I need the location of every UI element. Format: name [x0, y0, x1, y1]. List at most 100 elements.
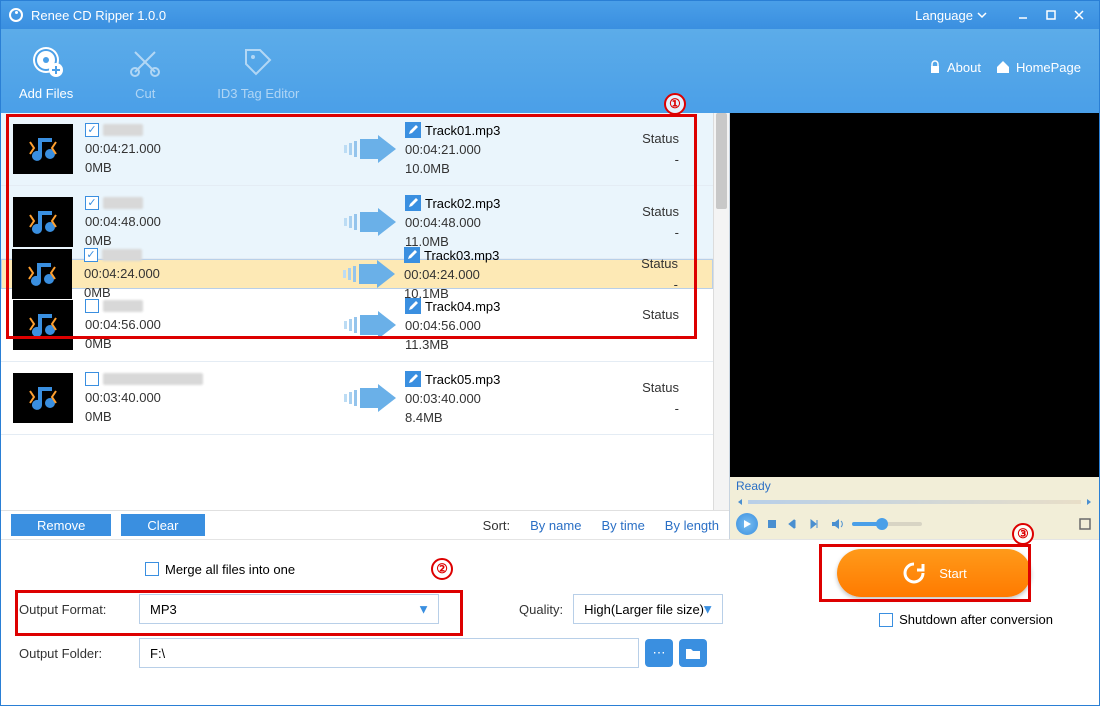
status-label: Status	[595, 204, 679, 219]
track-row[interactable]: 00:04:21.0000MBTrack01.mp300:04:21.00010…	[1, 113, 713, 186]
dst-duration: 00:03:40.000	[405, 391, 595, 406]
status-value: -	[595, 225, 679, 240]
track-thumbnail	[13, 197, 73, 247]
dst-name: Track01.mp3	[425, 123, 500, 138]
status-label: Status	[594, 256, 678, 271]
sort-by-length[interactable]: By length	[665, 518, 719, 533]
scrollbar-thumb[interactable]	[716, 113, 727, 209]
sort-by-name[interactable]: By name	[530, 518, 581, 533]
prev-track-button[interactable]	[786, 516, 802, 532]
chevron-down-icon: ▼	[417, 602, 430, 617]
dst-duration: 00:04:56.000	[405, 318, 595, 333]
edit-name-button[interactable]	[405, 195, 421, 211]
minimize-button[interactable]	[1011, 5, 1035, 25]
merge-checkbox[interactable]	[145, 562, 159, 576]
dst-name: Track03.mp3	[424, 248, 499, 263]
arrow-icon	[335, 384, 405, 412]
id3-editor-button[interactable]: ID3 Tag Editor	[217, 42, 299, 101]
about-label: About	[947, 60, 981, 75]
close-button[interactable]	[1067, 5, 1091, 25]
track-row[interactable]: 00:03:40.0000MBTrack05.mp300:03:40.0008.…	[1, 362, 713, 435]
dst-name: Track02.mp3	[425, 196, 500, 211]
dst-duration: 00:04:21.000	[405, 142, 595, 157]
shutdown-label: Shutdown after conversion	[899, 612, 1053, 627]
play-button[interactable]	[736, 513, 758, 535]
quality-select[interactable]: High(Larger file size) ▼	[573, 594, 723, 624]
next-track-button[interactable]	[808, 516, 824, 532]
homepage-link[interactable]: HomePage	[995, 59, 1081, 75]
status-label: Status	[595, 131, 679, 146]
volume-icon[interactable]	[830, 516, 846, 532]
cut-button[interactable]: Cut	[127, 42, 163, 101]
shutdown-checkbox[interactable]	[879, 613, 893, 627]
quality-value: High(Larger file size)	[584, 602, 704, 617]
seek-slider[interactable]	[748, 500, 1081, 504]
chevron-down-icon: ▼	[701, 602, 714, 617]
track-checkbox[interactable]	[85, 299, 99, 313]
edit-name-button[interactable]	[404, 247, 420, 263]
fullscreen-button[interactable]	[1077, 516, 1093, 532]
volume-slider[interactable]	[852, 522, 922, 526]
track-row[interactable]: 00:04:56.0000MBTrack04.mp300:04:56.00011…	[1, 289, 713, 362]
dst-duration: 00:04:24.000	[404, 267, 594, 282]
tag-icon	[240, 42, 276, 82]
annotation-badge-2: ②	[431, 558, 453, 580]
sort-by-time[interactable]: By time	[601, 518, 644, 533]
arrow-icon	[335, 135, 405, 163]
dst-size: 10.0MB	[405, 161, 595, 176]
output-format-label: Output Format:	[19, 602, 139, 617]
track-checkbox[interactable]	[84, 248, 98, 262]
output-folder-input[interactable]	[139, 638, 639, 668]
id3-label: ID3 Tag Editor	[217, 86, 299, 101]
track-checkbox[interactable]	[85, 196, 99, 210]
src-size: 0MB	[85, 233, 335, 248]
track-row[interactable]: 00:04:24.0000MBTrack03.mp300:04:24.00010…	[1, 259, 713, 289]
output-format-select[interactable]: MP3 ▼	[139, 594, 439, 624]
seek-prev-icon[interactable]	[736, 498, 744, 506]
seek-next-icon[interactable]	[1085, 498, 1093, 506]
list-scrollbar[interactable]	[713, 113, 729, 510]
status-value: -	[595, 328, 679, 343]
track-thumbnail	[13, 124, 73, 174]
track-name-blurred	[103, 300, 143, 312]
track-name-blurred	[102, 249, 142, 261]
more-folder-button[interactable]: ⋯	[645, 639, 673, 667]
preview-screen	[730, 113, 1099, 477]
homepage-label: HomePage	[1016, 60, 1081, 75]
track-checkbox[interactable]	[85, 372, 99, 386]
language-label: Language	[915, 8, 973, 23]
language-dropdown[interactable]: Language	[915, 8, 987, 23]
remove-button[interactable]: Remove	[11, 514, 111, 536]
src-size: 0MB	[85, 409, 335, 424]
add-files-button[interactable]: Add Files	[19, 42, 73, 101]
start-label: Start	[939, 566, 966, 581]
src-duration: 00:04:24.000	[84, 266, 334, 281]
stop-button[interactable]	[764, 516, 780, 532]
track-thumbnail	[13, 300, 73, 350]
arrow-icon	[335, 208, 405, 236]
maximize-button[interactable]	[1039, 5, 1063, 25]
edit-name-button[interactable]	[405, 371, 421, 387]
cut-label: Cut	[135, 86, 155, 101]
window-title: Renee CD Ripper 1.0.0	[31, 8, 915, 23]
sort-label: Sort:	[483, 518, 510, 533]
merge-label: Merge all files into one	[165, 562, 295, 577]
start-button[interactable]: Start	[837, 549, 1031, 597]
track-list: 00:04:21.0000MBTrack01.mp300:04:21.00010…	[1, 113, 713, 510]
add-files-label: Add Files	[19, 86, 73, 101]
about-link[interactable]: About	[928, 60, 981, 75]
output-format-value: MP3	[150, 602, 177, 617]
browse-folder-button[interactable]	[679, 639, 707, 667]
status-value: -	[595, 152, 679, 167]
lock-icon	[928, 60, 942, 74]
track-thumbnail	[13, 373, 73, 423]
status-value: -	[594, 277, 678, 292]
scissors-icon	[127, 42, 163, 82]
dst-size: 10.1MB	[404, 286, 594, 301]
edit-name-button[interactable]	[405, 122, 421, 138]
track-checkbox[interactable]	[85, 123, 99, 137]
arrow-icon	[334, 260, 404, 288]
track-name-blurred	[103, 197, 143, 209]
clear-button[interactable]: Clear	[121, 514, 204, 536]
quality-label: Quality:	[519, 602, 563, 617]
